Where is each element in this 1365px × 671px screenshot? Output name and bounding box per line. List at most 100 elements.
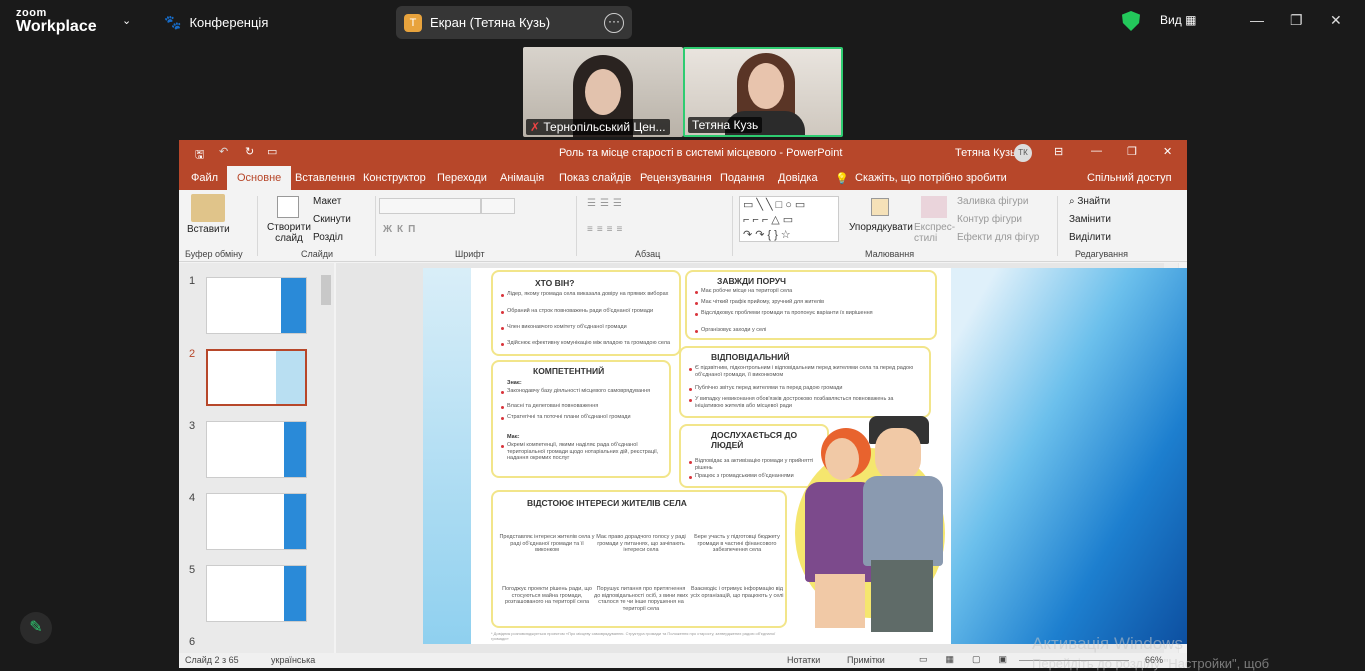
font-size-input[interactable]: [481, 198, 515, 214]
restore-icon[interactable]: ❐: [1290, 12, 1303, 29]
language-indicator[interactable]: українська: [271, 655, 315, 665]
grid-icon: ▦: [1185, 13, 1197, 27]
layout-button[interactable]: Макет: [313, 196, 341, 207]
save-icon[interactable]: 🖫: [195, 146, 204, 165]
minimize-icon[interactable]: —: [1250, 12, 1264, 28]
slide-thumbnail-2[interactable]: [206, 349, 307, 406]
shape-effects-button[interactable]: Ефекти для фігур: [957, 232, 1039, 243]
ribbon-display-icon[interactable]: ⊟: [1054, 145, 1063, 158]
close-icon[interactable]: ✕: [1330, 12, 1342, 29]
view-button[interactable]: Вид ▦: [1160, 13, 1196, 27]
find-button[interactable]: ⌕ Знайти: [1069, 196, 1110, 207]
man-shirt: [863, 476, 943, 566]
current-slide: ХТО ВІН? Лідер, якому громада села виказ…: [423, 268, 1187, 644]
align-icons[interactable]: ≡≡≡≡: [587, 224, 626, 235]
tab-help[interactable]: Довідка: [778, 172, 818, 184]
slide-thumbnail-4[interactable]: [206, 493, 307, 550]
list-icons[interactable]: ☰☰☰: [587, 198, 626, 209]
man-face: [875, 428, 921, 480]
paste-button[interactable]: Вставити: [187, 224, 230, 235]
card-item: Є підзвітним, підконтрольним і відповіда…: [695, 365, 914, 378]
slide-thumbnail-3[interactable]: [206, 421, 307, 478]
select-button[interactable]: Виділити: [1069, 232, 1111, 243]
paste-icon[interactable]: [191, 194, 225, 222]
group-clipboard: Буфер обміну: [185, 249, 243, 259]
slide-number: 1: [189, 275, 196, 287]
slide-thumbnail-5[interactable]: [206, 565, 307, 622]
encryption-shield-icon[interactable]: [1122, 11, 1140, 31]
ppt-minimize-icon[interactable]: —: [1091, 145, 1102, 157]
tab-animations[interactable]: Анімація: [500, 172, 544, 184]
start-slideshow-icon[interactable]: ▭: [267, 145, 277, 158]
slide-thumbnail-1[interactable]: [206, 277, 307, 334]
tab-slideshow[interactable]: Показ слайдів: [559, 172, 631, 184]
zoom-logo: zoom Workplace: [16, 8, 97, 35]
card-item: Стратегічні та поточні плани об'єднаної …: [507, 414, 631, 420]
card-always: ЗАВЖДИ ПОРУЧ Має робоче місце на територ…: [685, 270, 937, 340]
participant-name: ✗ Тернопільський Цен...: [526, 119, 670, 135]
group-font: Шрифт: [455, 249, 485, 259]
more-options-icon[interactable]: ···: [604, 12, 624, 33]
ppt-title: Роль та місце старості в системі місцево…: [559, 147, 843, 159]
quick-styles-button[interactable]: Експрес-стилі: [914, 222, 955, 244]
card-item: У випадку невиконання обов'язків дострок…: [695, 396, 894, 409]
new-slide-icon[interactable]: [277, 196, 299, 218]
participant-tile-2[interactable]: Тетяна Кузь: [683, 47, 843, 137]
shape-outline-button[interactable]: Контур фігури: [957, 214, 1022, 225]
notes-button[interactable]: Нотатки: [787, 655, 820, 665]
participant-face: [748, 63, 784, 109]
undo-icon[interactable]: ↶: [219, 145, 228, 158]
section-button[interactable]: Розділ: [313, 232, 343, 243]
ppt-restore-icon[interactable]: ❐: [1127, 145, 1137, 158]
arrange-icon[interactable]: [871, 198, 889, 216]
tab-home[interactable]: Основне: [227, 166, 292, 190]
tab-view[interactable]: Подання: [720, 172, 764, 184]
font-name-input[interactable]: [379, 198, 481, 214]
new-slide-button[interactable]: Створити слайд: [267, 222, 311, 244]
tab-insert[interactable]: Вставлення: [295, 172, 355, 184]
sharer-avatar: T: [404, 13, 422, 32]
view-mode-icons[interactable]: ▭▦▢▣: [919, 654, 1025, 665]
card-item: Має робоче місце на території села: [701, 288, 793, 294]
card-item: Окремі компетенції, якими наділяє рада о…: [507, 442, 659, 462]
chevron-down-icon[interactable]: ⌄: [122, 14, 131, 27]
ppt-user-avatar[interactable]: ТК: [1014, 144, 1032, 162]
card-item: Член виконавчого комітету об'єднаної гро…: [507, 324, 627, 330]
tell-me-search[interactable]: Скажіть, що потрібно зробити: [855, 172, 1007, 184]
ppt-close-icon[interactable]: ✕: [1163, 145, 1172, 158]
conference-button[interactable]: 🐾 Конференція: [164, 14, 268, 31]
arrange-button[interactable]: Упорядкувати: [849, 222, 913, 233]
slide-number: 2: [189, 348, 196, 360]
card-item: Представляє інтереси жителів села у раді…: [499, 534, 595, 554]
mic-muted-icon: ✗: [530, 120, 544, 134]
ppt-user-name: Тетяна Кузь: [955, 147, 1016, 159]
comments-button[interactable]: Примітки: [847, 655, 885, 665]
tab-file[interactable]: Файл: [191, 172, 218, 184]
share-screen-pill[interactable]: T Екран (Тетяна Кузь) ···: [396, 6, 632, 39]
card-title: КОМПЕТЕНТНИЙ: [533, 366, 605, 376]
card-title: ВІДСТОЮЄ ІНТЕРЕСИ ЖИТЕЛІВ СЕЛА: [527, 498, 687, 508]
shape-fill-button[interactable]: Заливка фігури: [957, 196, 1028, 207]
tab-design[interactable]: Конструктор: [363, 172, 426, 184]
replace-button[interactable]: Замінити: [1069, 214, 1111, 225]
share-button[interactable]: Спільний доступ: [1087, 172, 1172, 184]
annotate-pencil-icon[interactable]: ✎: [20, 612, 52, 644]
quick-styles-icon[interactable]: [921, 196, 947, 218]
thumbnails-scrollbar[interactable]: [321, 275, 331, 305]
card-title: ДОСЛУХАЄТЬСЯ ДО ЛЮДЕЙ: [711, 430, 798, 450]
woman-face: [825, 438, 859, 480]
group-slides: Слайди: [301, 249, 334, 259]
redo-icon[interactable]: ↻: [245, 145, 254, 158]
slide-number: 5: [189, 564, 196, 576]
group-drawing: Малювання: [865, 249, 915, 259]
participant-tile-1[interactable]: ✗ Тернопільський Цен...: [523, 47, 683, 137]
card-item: Має право дорадчого голосу у раді громад…: [596, 534, 686, 554]
group-paragraph: Абзац: [635, 249, 661, 259]
card-title: ХТО ВІН?: [535, 278, 575, 288]
card-item: Бере участь у підготовці бюджету громади…: [694, 534, 780, 554]
tab-transitions[interactable]: Переходи: [437, 172, 487, 184]
shapes-gallery[interactable]: ▭╲╲□○▭ ⌐⌐⌐△▭ ↷↷{}☆: [739, 196, 839, 242]
tab-review[interactable]: Рецензування: [640, 172, 712, 184]
font-format-icons[interactable]: ЖКП: [383, 224, 420, 235]
reset-button[interactable]: Скинути: [313, 214, 351, 225]
